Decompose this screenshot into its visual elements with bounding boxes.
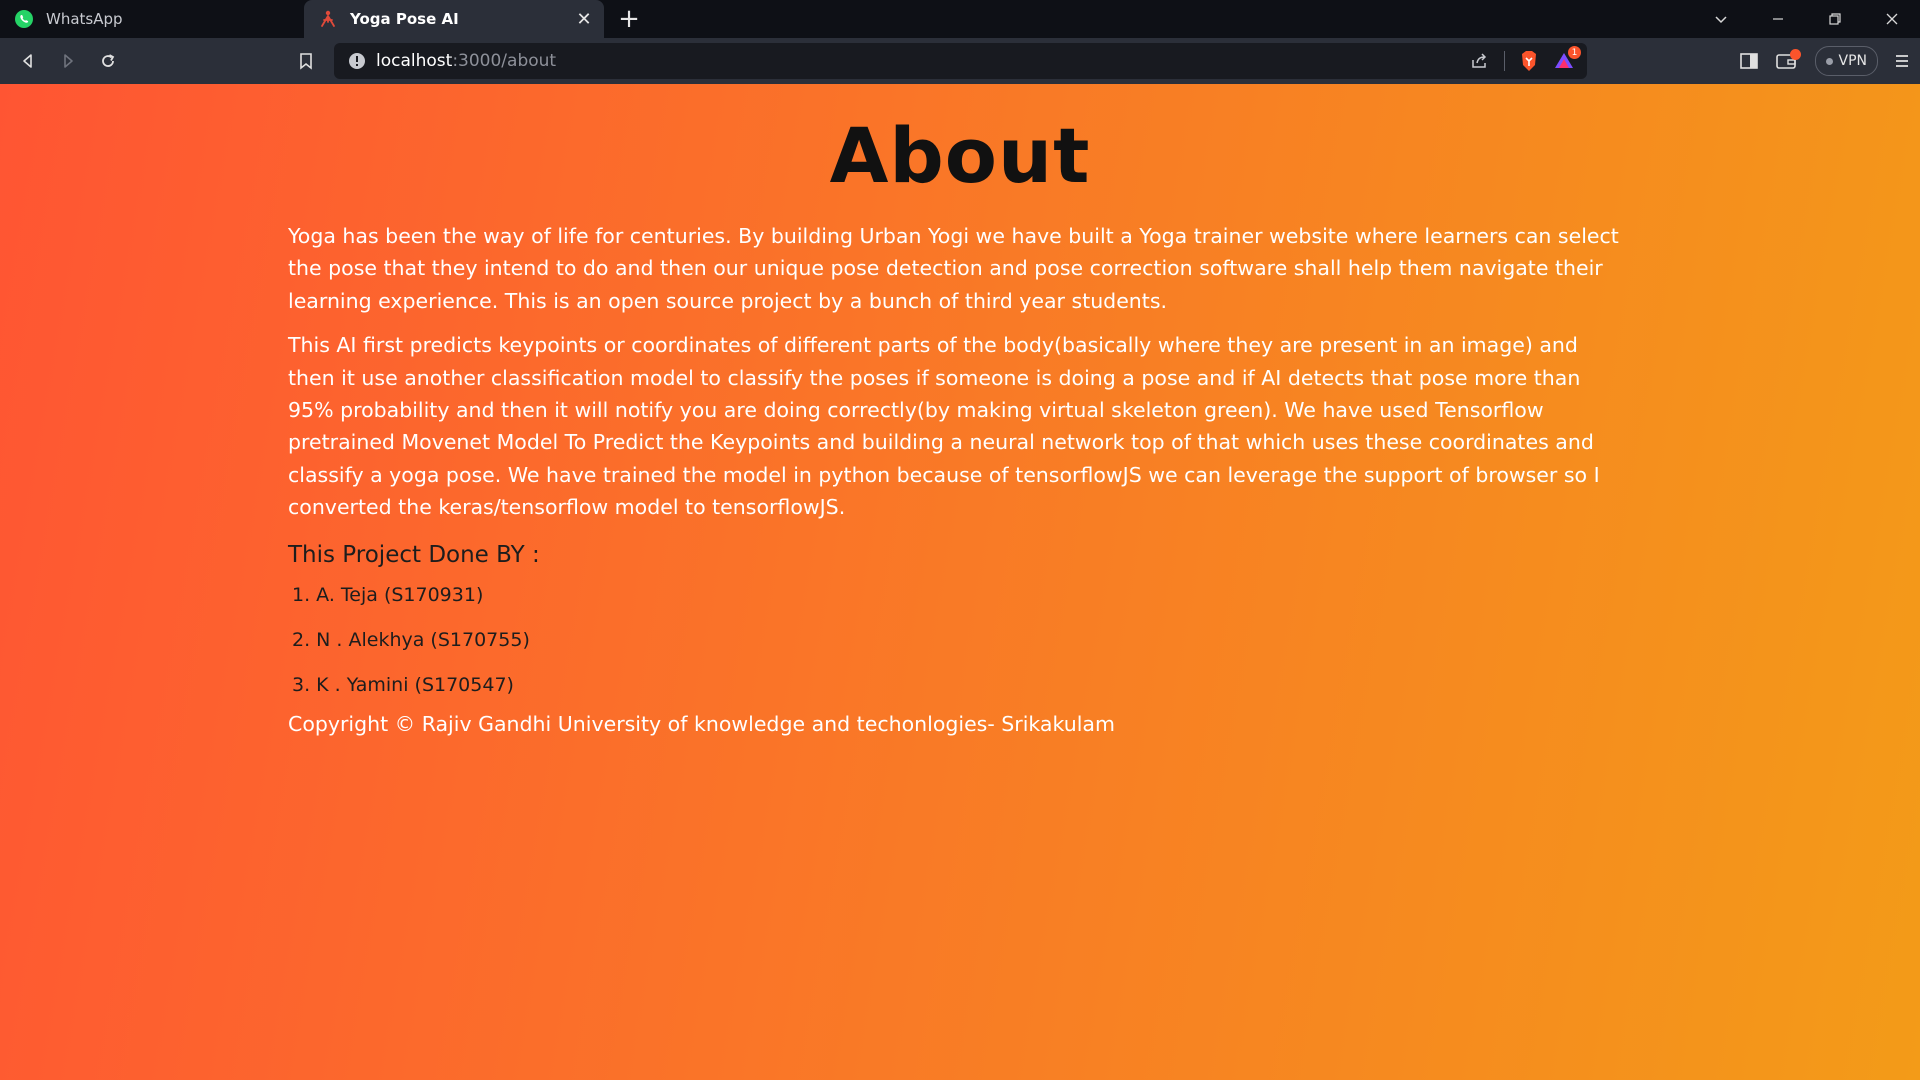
team-member: 2. N . Alekhya (S170755) (292, 628, 530, 651)
url-path: :3000/about (452, 51, 557, 71)
new-tab-button[interactable]: + (604, 0, 654, 38)
team-heading: This Project Done BY : (288, 541, 540, 568)
vpn-status-dot (1825, 57, 1833, 65)
tab-yoga-pose-ai[interactable]: Yoga Pose AI ✕ (304, 0, 604, 38)
tab-title: WhatsApp (46, 10, 123, 28)
ai-description-paragraph: This AI first predicts keypoints or coor… (288, 333, 1600, 520)
wallet-badge-dot (1789, 49, 1801, 60)
close-window-button[interactable] (1863, 0, 1920, 38)
tab-strip: WhatsApp Yoga Pose AI ✕ + (0, 0, 1920, 38)
share-icon[interactable] (1470, 51, 1490, 71)
browser-toolbar: localhost:3000/about 1 VPN (0, 38, 1920, 84)
bookmark-icon[interactable] (286, 41, 326, 81)
about-content: About Yoga has been the way of life for … (288, 84, 1628, 739)
back-icon[interactable] (8, 41, 48, 81)
intro-paragraph: Yoga has been the way of life for centur… (288, 224, 1619, 313)
brave-shields-icon[interactable] (1519, 50, 1539, 72)
tab-search-chevron-icon[interactable] (1692, 0, 1749, 38)
site-info-icon[interactable] (348, 52, 366, 70)
page-title: About (829, 111, 1091, 200)
yoga-icon (318, 9, 338, 29)
reload-icon[interactable] (88, 41, 128, 81)
address-bar-actions: 1 (1470, 43, 1581, 79)
team-member: 1. A. Teja (S170931) (292, 583, 484, 606)
page-viewport: About Yoga has been the way of life for … (0, 84, 1920, 1080)
vpn-label: VPN (1838, 53, 1868, 69)
whatsapp-icon (14, 9, 34, 29)
wallet-icon[interactable] (1775, 49, 1801, 71)
window-controls (1692, 0, 1920, 38)
tab-whatsapp[interactable]: WhatsApp (0, 0, 304, 38)
sidebar-icon[interactable] (1739, 52, 1759, 70)
brave-rewards-icon[interactable]: 1 (1553, 46, 1581, 71)
forward-icon[interactable] (48, 41, 88, 81)
rewards-badge: 1 (1568, 46, 1581, 59)
restore-button[interactable] (1806, 0, 1863, 38)
address-bar[interactable]: localhost:3000/about 1 (334, 43, 1587, 79)
close-icon[interactable]: ✕ (574, 9, 594, 30)
url-host: localhost (376, 51, 453, 71)
team-member: 3. K . Yamini (S170547) (292, 673, 514, 696)
toolbar-right: VPN (1739, 38, 1911, 84)
minimize-button[interactable] (1749, 0, 1806, 38)
menu-icon[interactable] (1894, 52, 1910, 70)
separator (1504, 51, 1505, 71)
vpn-button[interactable]: VPN (1814, 46, 1878, 76)
team-list: 1. A. Teja (S170931) 2. N . Alekhya (S17… (288, 580, 1628, 700)
copyright-text: Copyright © Rajiv Gandhi University of k… (288, 711, 1115, 736)
tab-title: Yoga Pose AI (350, 10, 459, 28)
